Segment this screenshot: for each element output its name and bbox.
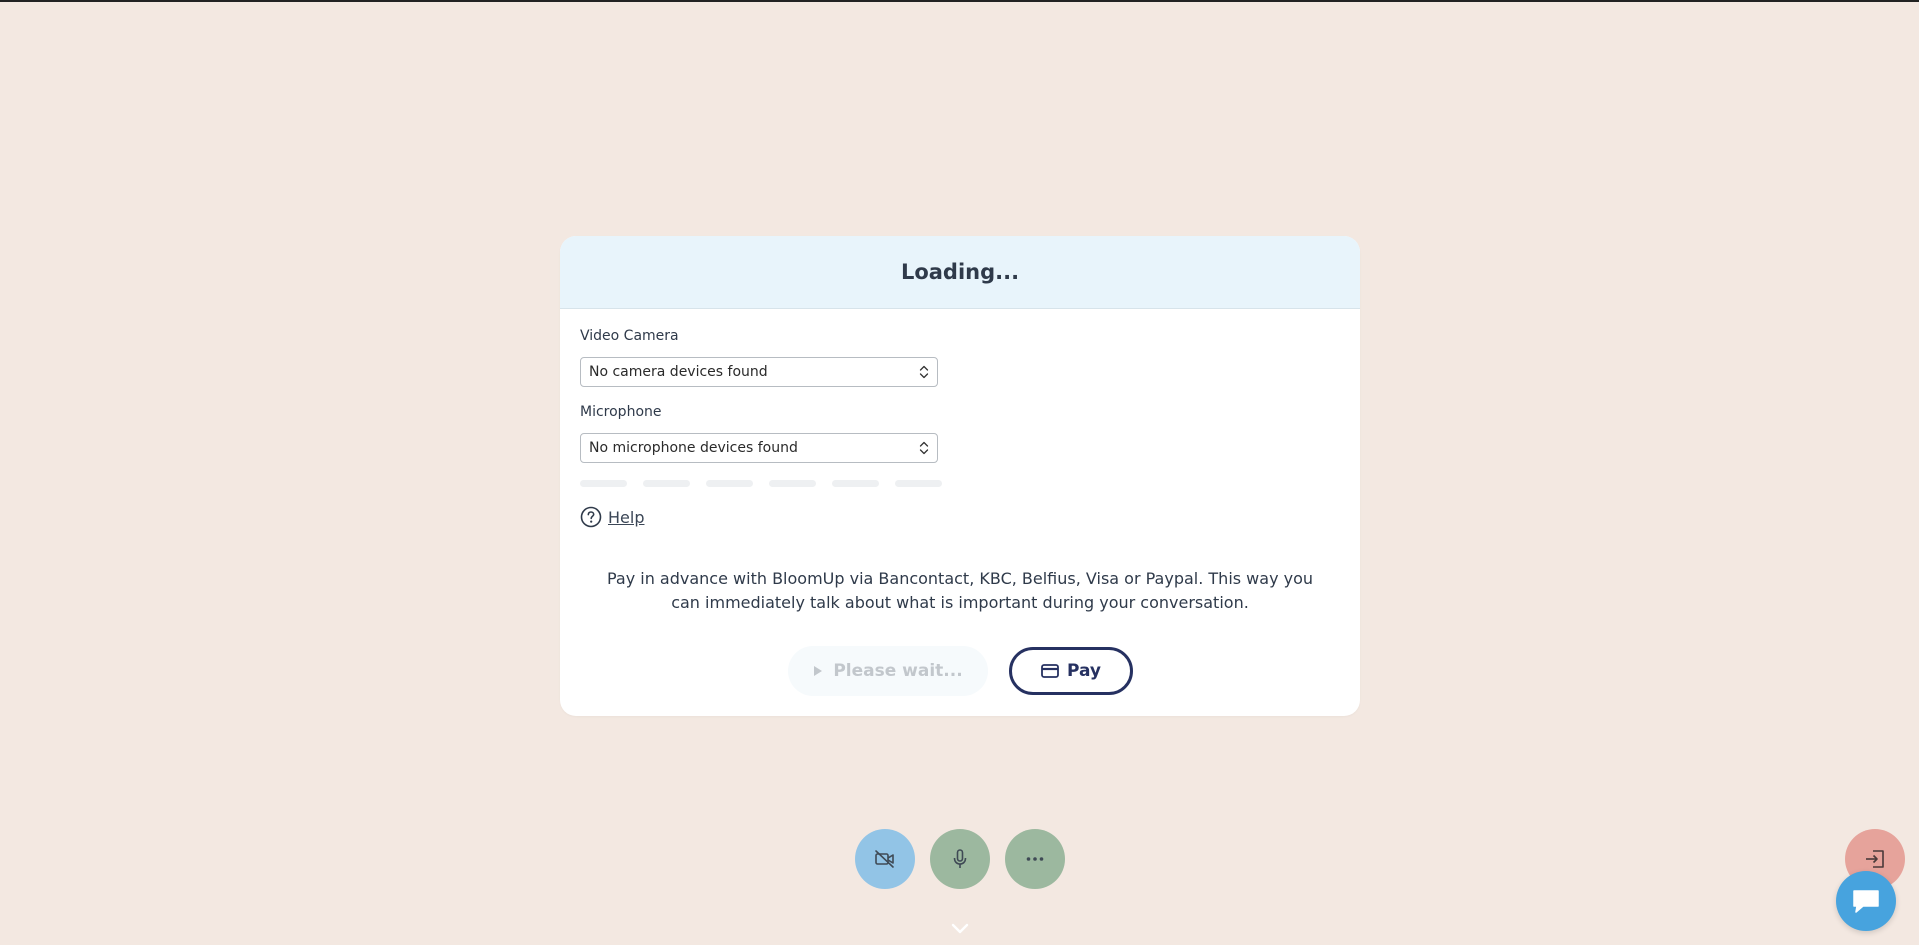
play-icon	[814, 666, 823, 676]
camera-label: Video Camera	[580, 328, 679, 344]
microphone-icon	[953, 849, 967, 868]
pre-call-card: Loading... Video Camera No camera device…	[560, 236, 1360, 716]
toggle-microphone-button[interactable]	[930, 829, 990, 889]
audio-level-meter	[580, 480, 942, 487]
camera-select[interactable]: No camera devices found	[580, 357, 938, 387]
chevron-down-icon[interactable]	[950, 922, 970, 936]
microphone-select-value: No microphone devices found	[589, 440, 798, 456]
please-wait-button: Please wait...	[788, 646, 988, 696]
pay-label: Pay	[1066, 661, 1102, 681]
question-circle-icon	[580, 506, 602, 528]
level-bar	[832, 480, 879, 487]
select-chevron-icon	[919, 441, 929, 455]
level-bar	[580, 480, 627, 487]
toggle-camera-button[interactable]	[855, 829, 915, 889]
help-label: Help	[608, 507, 645, 527]
pay-button[interactable]: Pay	[1009, 647, 1133, 695]
level-bar	[706, 480, 753, 487]
credit-card-icon	[1041, 664, 1059, 678]
microphone-label: Microphone	[580, 404, 662, 420]
top-border	[0, 0, 1919, 2]
microphone-select[interactable]: No microphone devices found	[580, 433, 938, 463]
chat-bubble-icon	[1853, 890, 1879, 913]
exit-icon	[1866, 850, 1884, 868]
level-bar	[643, 480, 690, 487]
payment-info-text: Pay in advance with BloomUp via Banconta…	[606, 569, 1314, 612]
camera-off-icon	[875, 850, 894, 868]
level-bar	[769, 480, 816, 487]
please-wait-label: Please wait...	[833, 661, 963, 681]
select-chevron-icon	[919, 365, 929, 379]
card-title: Loading...	[900, 260, 1020, 284]
help-link[interactable]: Help	[580, 506, 644, 528]
more-dots-icon	[1026, 857, 1044, 861]
chat-button[interactable]	[1836, 871, 1896, 931]
card-header: Loading...	[560, 236, 1360, 309]
more-options-button[interactable]	[1005, 829, 1065, 889]
camera-select-value: No camera devices found	[589, 364, 768, 380]
level-bar	[895, 480, 942, 487]
